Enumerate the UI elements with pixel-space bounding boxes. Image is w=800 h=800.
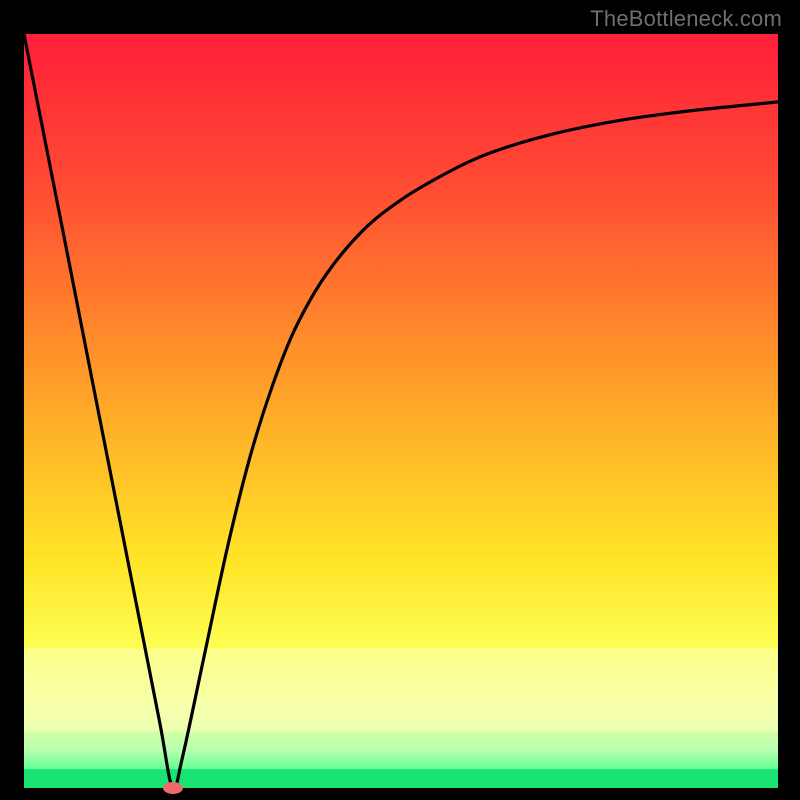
chart-svg	[24, 34, 778, 788]
green-band	[24, 769, 778, 788]
pale-yellow-band	[24, 649, 778, 732]
optimal-point	[163, 782, 183, 794]
watermark-text: TheBottleneck.com	[590, 6, 782, 32]
chart-frame	[24, 34, 778, 788]
